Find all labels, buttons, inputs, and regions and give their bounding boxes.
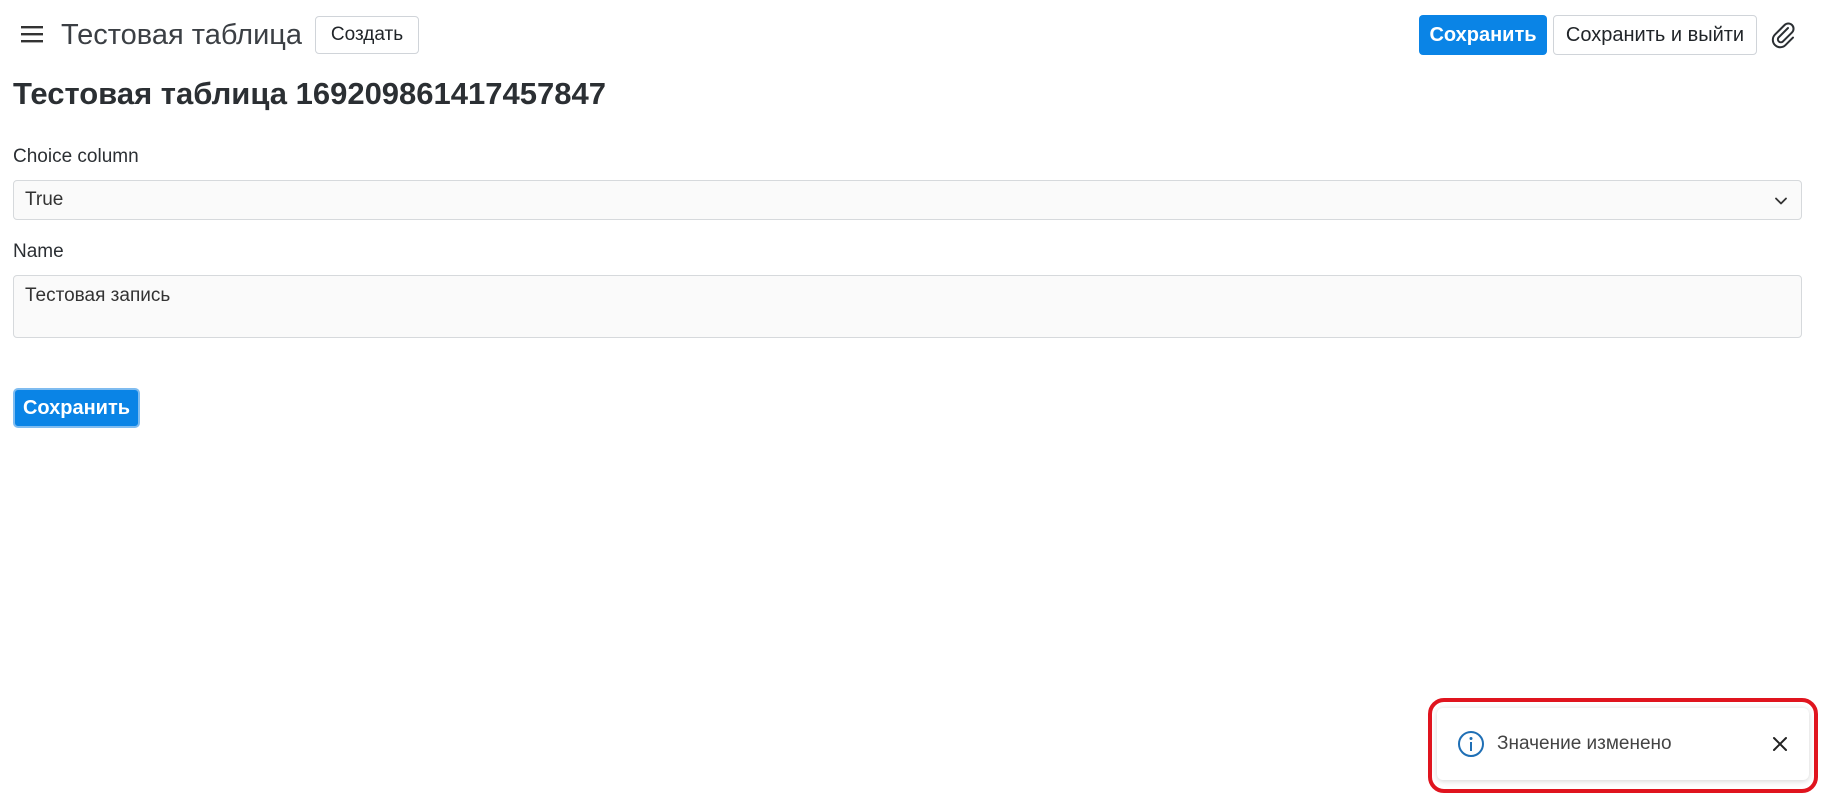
paperclip-icon[interactable] xyxy=(1768,20,1798,50)
page-title: Тестовая таблица 169209861417457847 xyxy=(13,76,606,111)
top-bar: Тестовая таблица Создать Сохранить Сохра… xyxy=(0,0,1822,70)
name-textarea[interactable]: Тестовая запись xyxy=(13,275,1802,338)
name-label: Name xyxy=(13,241,64,262)
choice-column-select[interactable]: True xyxy=(13,180,1802,220)
hamburger-menu-icon[interactable] xyxy=(19,23,46,45)
toast-message: Значение изменено xyxy=(1497,733,1672,754)
choice-column-label: Choice column xyxy=(13,146,139,167)
create-button[interactable]: Создать xyxy=(315,16,419,54)
info-icon xyxy=(1458,731,1484,757)
save-button[interactable]: Сохранить xyxy=(1419,15,1547,55)
app-title: Тестовая таблица xyxy=(61,19,303,51)
chevron-down-icon xyxy=(1775,197,1787,205)
choice-column-value: True xyxy=(25,189,64,210)
close-icon[interactable] xyxy=(1771,735,1789,753)
form-save-button[interactable]: Сохранить xyxy=(13,388,140,428)
toast-notification: Значение изменено xyxy=(1437,708,1809,780)
save-and-exit-button[interactable]: Сохранить и выйти xyxy=(1553,15,1757,55)
